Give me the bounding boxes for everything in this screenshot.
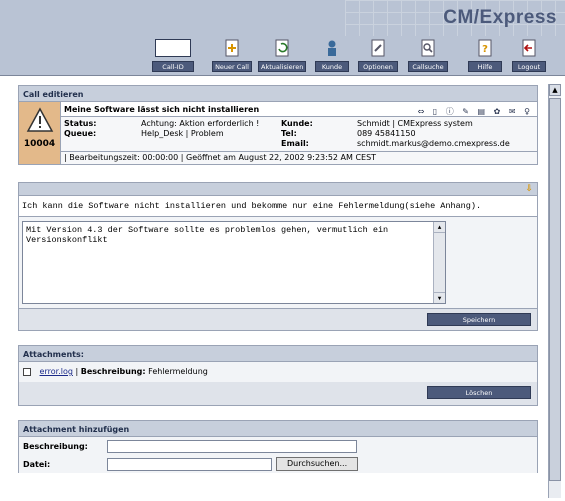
call-badge: 10004 — [19, 102, 61, 164]
reply-editor-area: Mit Version 4.3 der Software sollte es p… — [18, 216, 538, 309]
file-label: Datei: — [23, 459, 51, 469]
options-icon — [371, 39, 385, 57]
callid-tool: Call-ID — [152, 37, 194, 73]
warning-icon — [26, 107, 53, 132]
scroll-thumb[interactable] — [549, 98, 561, 481]
logout-button-label: Logout — [512, 61, 546, 72]
attachment-separator: | — [75, 367, 79, 376]
add-description-input[interactable] — [107, 439, 357, 453]
call-subject: Meine Software lässt sich nicht installi… — [64, 105, 260, 114]
attachment-file-link[interactable]: error.log — [40, 367, 73, 376]
description-bar: ⇩ — [18, 182, 538, 196]
textarea-scroll-down[interactable]: ▼ — [434, 292, 445, 303]
page-scrollbar[interactable]: ▲ — [548, 84, 561, 498]
toolbar-options[interactable]: Optionen — [358, 37, 398, 73]
textarea-scroll-up[interactable]: ▲ — [434, 222, 445, 233]
refresh-button-label: Aktualisieren — [258, 61, 306, 72]
call-edit-panel: 10004 Meine Software lässt sich nicht in… — [18, 102, 538, 165]
callid-input[interactable] — [155, 39, 191, 57]
scroll-up-arrow[interactable]: ▲ — [549, 84, 561, 96]
call-number: 10004 — [23, 139, 56, 149]
status-label: Status: — [64, 119, 97, 128]
new-call-button-label: Neuer Call — [212, 61, 252, 72]
attachment-description-label: Beschreibung: — [80, 367, 146, 376]
add-attachment-title: Attachment hinzufügen — [18, 420, 538, 437]
collapse-arrow-icon[interactable]: ⇩ — [525, 184, 533, 194]
call-search-icon — [421, 39, 435, 57]
tel-value: 089 45841150 — [357, 129, 416, 138]
attachments-title: Attachments: — [18, 345, 538, 362]
brand-logo: CM/Express — [443, 7, 557, 28]
queue-label: Queue: — [64, 129, 97, 138]
customer-icon — [328, 40, 336, 56]
attachment-item: error.log | Beschreibung: Fehlermeldung — [18, 362, 538, 382]
customer-value: Schmidt | CMExpress system — [357, 119, 473, 128]
save-row: Speichern — [18, 309, 538, 331]
add-description-label: Beschreibung: — [23, 441, 88, 451]
callid-button[interactable]: Call-ID — [152, 61, 194, 72]
toolbar-logout[interactable]: Logout — [512, 37, 546, 73]
email-value: schmidt.markus@demo.cmexpress.de — [357, 139, 510, 148]
options-button-label: Optionen — [358, 61, 398, 72]
call-search-button-label: Callsuche — [408, 61, 448, 72]
customer-button-label: Kunde — [315, 61, 349, 72]
refresh-icon — [275, 39, 289, 57]
toolbar-customer[interactable]: Kunde — [315, 37, 349, 73]
new-call-icon — [225, 39, 239, 57]
call-subject-row: Meine Software lässt sich nicht installi… — [61, 102, 537, 117]
toolbar-new-call[interactable]: Neuer Call — [212, 37, 252, 73]
browse-button[interactable]: Durchsuchen... — [276, 457, 359, 471]
tel-label: Tel: — [281, 129, 297, 138]
call-action-icons[interactable]: ⇔ ▯ ⓘ ✎ ▤ ✿ ✉ ♀ — [418, 104, 533, 119]
app-header: CM/Express Call-ID Neuer Call Aktualisie… — [0, 0, 565, 76]
delete-row: Löschen — [18, 382, 538, 406]
time-info-line: | Bearbeitungszeit: 00:00:00 | Geöffnet … — [61, 152, 537, 164]
save-button[interactable]: Speichern — [427, 313, 531, 326]
main-content: Call editieren 10004 Meine Software läss… — [18, 85, 538, 473]
toolbar-help[interactable]: ? Hilfe — [468, 37, 502, 73]
reply-textarea[interactable]: Mit Version 4.3 der Software sollte es p… — [22, 221, 446, 304]
call-description: Ich kann die Software nicht installieren… — [18, 196, 538, 216]
help-icon: ? — [478, 39, 492, 57]
toolbar-call-search[interactable]: Callsuche — [408, 37, 448, 73]
logout-icon — [522, 39, 536, 57]
svg-text:?: ? — [482, 44, 488, 55]
add-description-row: Beschreibung: — [18, 437, 538, 455]
help-button-label: Hilfe — [468, 61, 502, 72]
attachment-description-value: Fehlermeldung — [148, 367, 208, 376]
reply-text: Mit Version 4.3 der Software sollte es p… — [26, 225, 389, 245]
delete-button[interactable]: Löschen — [427, 386, 531, 399]
call-edit-title: Call editieren — [18, 85, 538, 102]
textarea-scrollbar[interactable]: ▲ ▼ — [433, 222, 445, 303]
status-value: Achtung: Aktion erforderlich ! — [141, 119, 260, 128]
customer-label: Kunde: — [281, 119, 313, 128]
attachment-checkbox[interactable] — [23, 367, 31, 376]
queue-value: Help_Desk | Problem — [141, 129, 224, 138]
toolbar-refresh[interactable]: Aktualisieren — [258, 37, 306, 73]
email-label: Email: — [281, 139, 309, 148]
call-info-block: Status: Achtung: Aktion erforderlich ! K… — [61, 117, 537, 152]
file-path-input[interactable] — [107, 457, 272, 471]
add-file-row: Datei: Durchsuchen... — [18, 455, 538, 473]
